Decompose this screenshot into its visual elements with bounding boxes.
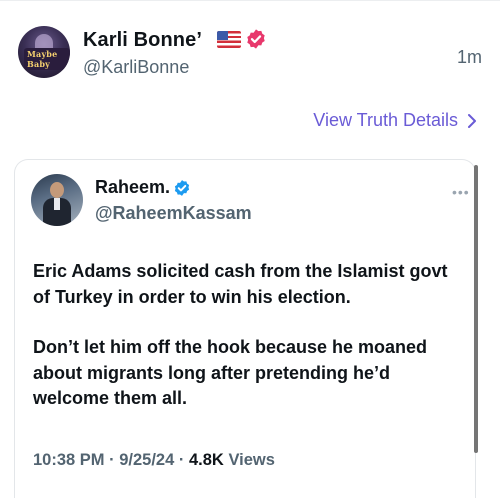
quoted-post-views-count: 4.8K: [188, 451, 224, 469]
more-options-icon[interactable]: •••: [452, 184, 470, 200]
quoted-post-paragraph: Eric Adams solicited cash from the Islam…: [33, 261, 448, 307]
avatar-logo-text: Maybe Baby: [24, 48, 70, 70]
verified-badge-icon: [247, 29, 265, 49]
top-divider: [0, 0, 500, 1]
quoted-post-text: Eric Adams solicited cash from the Islam…: [33, 259, 463, 412]
scrollbar[interactable]: [474, 165, 478, 453]
quoted-post-views-label: Views: [228, 451, 275, 469]
author-display-name[interactable]: Karli Bonne’: [83, 29, 202, 52]
quoted-author-handle[interactable]: @RaheemKassam: [95, 203, 252, 224]
quoted-post-date: 9/25/24: [119, 451, 175, 469]
meta-separator: ·: [178, 451, 189, 469]
quoted-post-meta: 10:38 PM · 9/25/24 · 4.8K Views: [33, 451, 275, 470]
meta-separator: ·: [109, 451, 120, 469]
us-flag-icon: [217, 31, 241, 48]
quoted-author-name[interactable]: Raheem.: [95, 177, 170, 198]
view-truth-details-link[interactable]: View Truth Details: [313, 110, 478, 131]
author-avatar[interactable]: Maybe Baby: [18, 26, 70, 78]
post-timestamp: 1m: [456, 47, 482, 67]
quoted-author-avatar[interactable]: [31, 174, 83, 226]
verified-badge-icon: [174, 180, 190, 196]
view-truth-details-label: View Truth Details: [313, 110, 458, 130]
quoted-post-time: 10:38 PM: [33, 451, 105, 469]
chevron-right-icon: [468, 113, 476, 128]
quoted-post-paragraph: Don’t let him off the hook because he mo…: [33, 337, 428, 408]
author-handle[interactable]: @KarliBonne: [83, 57, 189, 78]
